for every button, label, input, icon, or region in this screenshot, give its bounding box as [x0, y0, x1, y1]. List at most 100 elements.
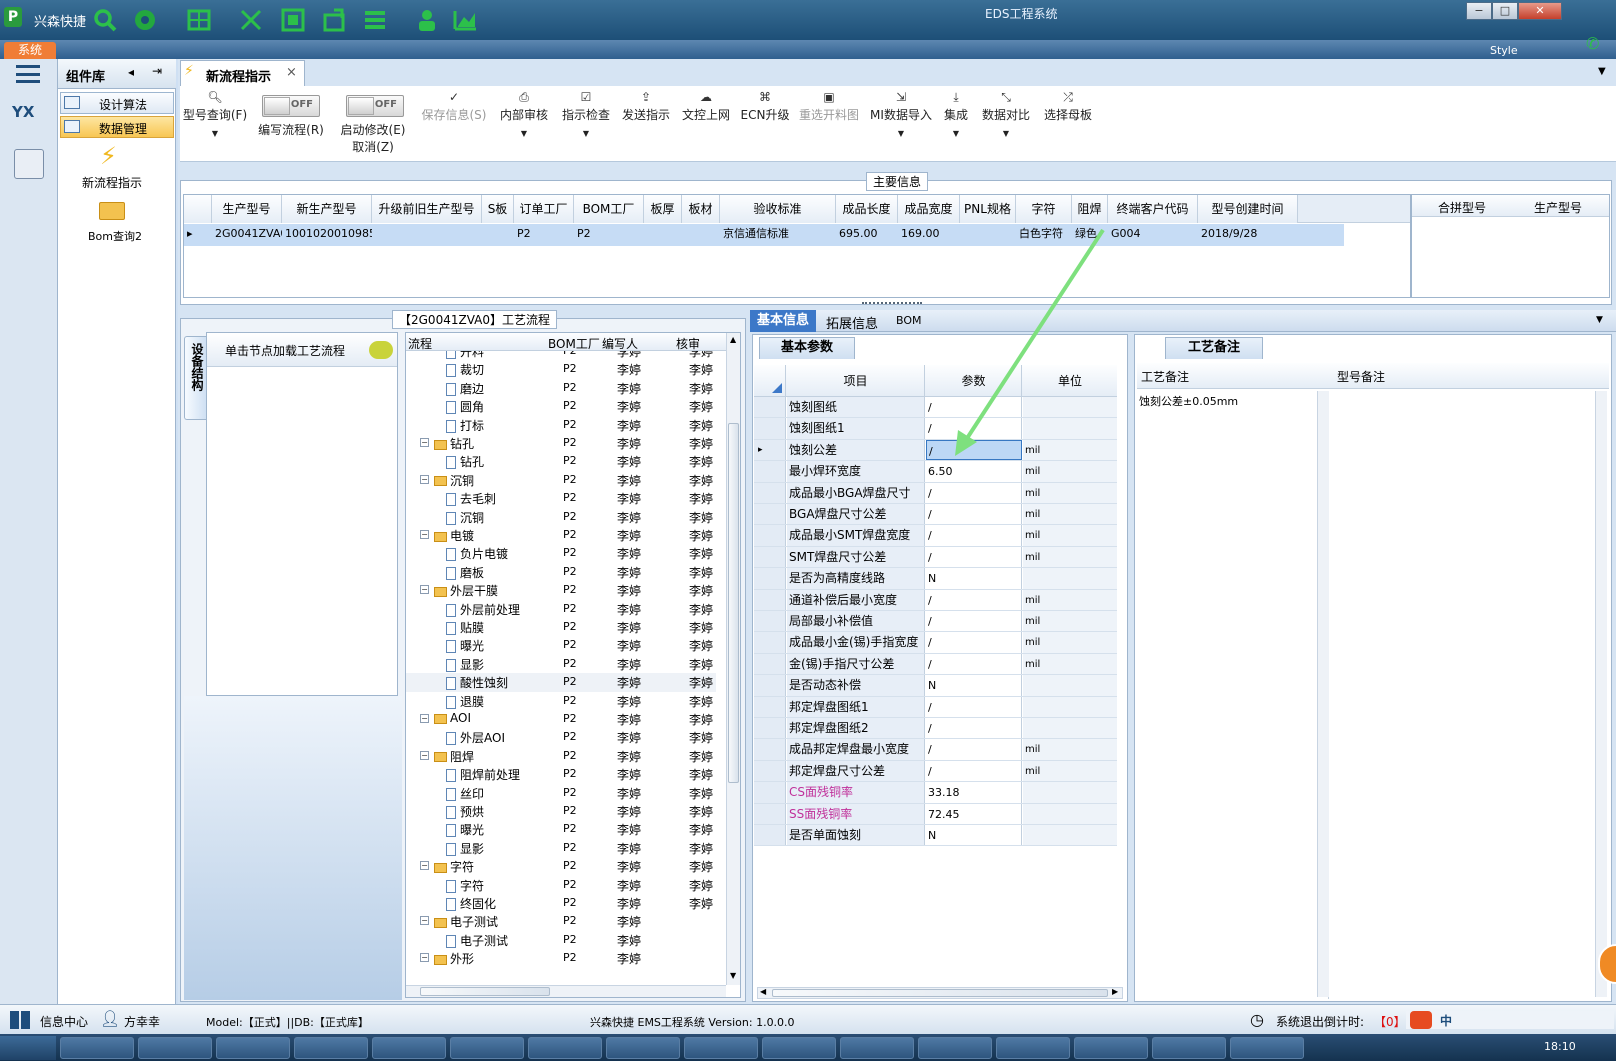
- taskbar-app-1[interactable]: [60, 1037, 134, 1059]
- device-structure-tab[interactable]: 设备结构: [184, 336, 206, 420]
- taskbar-app-13[interactable]: [996, 1037, 1070, 1059]
- tree-node[interactable]: 圆角 P2 李婷 李婷: [406, 397, 716, 415]
- main-info-col-header[interactable]: 板材: [682, 195, 720, 223]
- sidebar-item-design-algorithm[interactable]: 设计算法: [60, 92, 174, 114]
- flow-col-header[interactable]: 核审: [676, 335, 700, 352]
- param-value-input[interactable]: /: [926, 611, 1022, 632]
- params-hscroll[interactable]: ◀ ▶: [757, 987, 1123, 999]
- main-info-col-header[interactable]: 型号创建时间: [1198, 195, 1298, 223]
- taskbar-app-14[interactable]: [1074, 1037, 1148, 1059]
- tree-node[interactable]: − 阻焊 P2 李婷 李婷: [406, 747, 716, 765]
- param-value-input[interactable]: /: [926, 397, 1022, 418]
- chart-icon[interactable]: [452, 7, 478, 33]
- flow-hint-header[interactable]: 单击节点加载工艺流程: [207, 333, 397, 367]
- param-row[interactable]: 通道补偿后最小宽度 / mil: [754, 589, 1117, 611]
- param-value-input[interactable]: 72.45: [926, 803, 1022, 824]
- tree-node[interactable]: 酸性蚀刻 P2 李婷 李婷: [406, 673, 716, 692]
- flow-tree-hscroll[interactable]: [406, 985, 726, 997]
- param-value-input[interactable]: /: [926, 632, 1022, 653]
- param-row[interactable]: 邦定焊盘图纸2/: [754, 718, 1117, 740]
- tab-bom[interactable]: BOM: [896, 314, 922, 327]
- model-notes-scrollbar[interactable]: [1595, 391, 1607, 997]
- main-info-col-header[interactable]: 成品长度: [836, 195, 898, 223]
- tree-node[interactable]: − 电子测试 P2 李婷: [406, 912, 716, 930]
- tree-node[interactable]: − AOI P2 李婷 李婷: [406, 710, 716, 728]
- param-row[interactable]: SMT焊盘尺寸公差 / mil: [754, 546, 1117, 569]
- param-value-input[interactable]: 6.50: [926, 461, 1022, 482]
- taskbar-app-11[interactable]: [840, 1037, 914, 1059]
- param-row[interactable]: BGA焊盘尺寸公差 / mil: [754, 504, 1117, 526]
- tree-node[interactable]: 丝印 P2 李婷 李婷: [406, 784, 716, 802]
- cancel-button[interactable]: 取消(Z): [348, 138, 398, 155]
- tree-node[interactable]: − 电镀 P2 李婷 李婷: [406, 526, 716, 544]
- write-flow-toggle[interactable]: OFF: [262, 95, 320, 117]
- param-value-input[interactable]: /: [926, 653, 1022, 675]
- param-value-input[interactable]: 33.18: [926, 782, 1022, 803]
- taskbar-app-12[interactable]: [918, 1037, 992, 1059]
- process-notes-textarea[interactable]: 蚀刻公差±0.05mm: [1137, 391, 1329, 999]
- hscroll-thumb[interactable]: [420, 987, 550, 996]
- taskbar-app-7[interactable]: [528, 1037, 602, 1059]
- param-value-input[interactable]: /: [926, 546, 1022, 568]
- upload-button[interactable]: ☁ 文控上网: [680, 90, 732, 123]
- scroll-down-icon[interactable]: ▼: [730, 971, 736, 980]
- tab-dropdown-icon[interactable]: ▼: [1598, 66, 1606, 77]
- param-row[interactable]: 最小焊环宽度 6.50 mil: [754, 461, 1117, 483]
- expand-collapse-icon[interactable]: −: [420, 861, 429, 871]
- film-icon[interactable]: [280, 7, 306, 33]
- row-selector-icon[interactable]: ▸: [184, 224, 212, 244]
- shortcut-bom-query[interactable]: Bom查询2: [88, 228, 142, 244]
- taskbar-app-9[interactable]: [684, 1037, 758, 1059]
- taskbar-app-6[interactable]: [450, 1037, 524, 1059]
- main-info-col-header[interactable]: 成品宽度: [898, 195, 960, 223]
- tree-node[interactable]: 预烘 P2 李婷 李婷: [406, 802, 716, 820]
- tree-node[interactable]: 阻焊前处理 P2 李婷 李婷: [406, 765, 716, 783]
- scroll-left-icon[interactable]: ◀: [760, 987, 766, 996]
- main-info-col-header[interactable]: 新生产型号: [282, 195, 372, 223]
- param-value-input[interactable]: /: [926, 589, 1022, 610]
- start-button[interactable]: [0, 1036, 56, 1060]
- internal-review-button[interactable]: ⎙ 内部审核 ▼: [498, 90, 550, 138]
- param-value-input[interactable]: /: [926, 482, 1022, 503]
- panel-dropdown-icon[interactable]: ▼: [1596, 315, 1603, 325]
- scroll-thumb[interactable]: [728, 423, 739, 783]
- params-subtab[interactable]: 基本参数: [759, 337, 855, 359]
- tree-node[interactable]: 显影 P2 李婷 李婷: [406, 839, 716, 857]
- param-value-input[interactable]: /: [926, 504, 1022, 525]
- export-icon[interactable]: [322, 7, 348, 33]
- param-row[interactable]: 是否为高精度线路 N: [754, 568, 1117, 590]
- system-tab[interactable]: 系统: [4, 42, 56, 59]
- flow-col-header[interactable]: 编写人: [602, 335, 638, 352]
- param-row[interactable]: 蚀刻图纸1/: [754, 418, 1117, 440]
- process-notes-scrollbar[interactable]: [1317, 391, 1329, 997]
- param-row[interactable]: SS面残铜率 72.45: [754, 803, 1117, 825]
- param-value-input[interactable]: /: [926, 739, 1022, 760]
- main-info-col-header[interactable]: 生产型号: [212, 195, 282, 223]
- flow-tree-scrollbar[interactable]: ▲ ▼: [726, 333, 740, 985]
- taskbar-app-3[interactable]: [216, 1037, 290, 1059]
- data-compare-button[interactable]: ⤡ 数据对比 ▼: [978, 90, 1034, 138]
- calculator-icon[interactable]: [14, 149, 44, 179]
- param-value-input[interactable]: /: [926, 718, 1022, 739]
- tab-extended-info[interactable]: 拓展信息: [826, 313, 878, 332]
- tree-node[interactable]: 开料 P2 李婷 李婷: [406, 351, 716, 360]
- main-info-col-header[interactable]: BOM工厂: [574, 195, 644, 223]
- param-value-input[interactable]: N: [926, 825, 1022, 846]
- param-value-input[interactable]: N: [926, 675, 1022, 696]
- sidebar-item-data-management[interactable]: 数据管理: [60, 116, 174, 138]
- tree-node[interactable]: 去毛刺 P2 李婷 李婷: [406, 489, 716, 507]
- taskbar-app-4[interactable]: [294, 1037, 368, 1059]
- expand-collapse-icon[interactable]: −: [420, 530, 429, 539]
- main-info-col-header[interactable]: 阻焊: [1072, 195, 1108, 223]
- user-icon[interactable]: [414, 7, 440, 33]
- main-info-col-header[interactable]: 验收标准: [720, 195, 836, 223]
- tree-node[interactable]: 打标 P2 李婷 李婷: [406, 416, 716, 434]
- integrate-button[interactable]: ⤓ 集成 ▼: [940, 90, 972, 138]
- taskbar-app-10[interactable]: [762, 1037, 836, 1059]
- pin-icon[interactable]: ⇥: [152, 64, 162, 78]
- param-row[interactable]: 蚀刻图纸 /: [754, 397, 1117, 419]
- minimize-button[interactable]: −: [1466, 2, 1492, 20]
- main-info-row[interactable]: ▸2G0041ZVA010010200109855 P2 P2 京信通信标准 695.0…: [184, 224, 1344, 246]
- tab-basic-info[interactable]: 基本信息: [750, 310, 816, 332]
- maximize-button[interactable]: □: [1492, 2, 1518, 20]
